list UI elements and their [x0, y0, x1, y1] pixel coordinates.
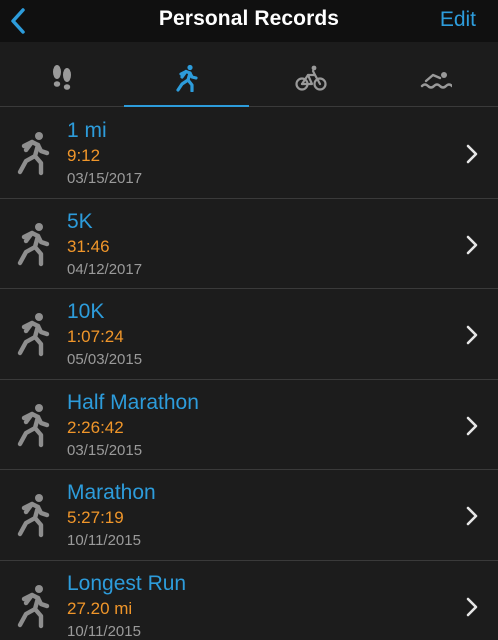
running-icon: [176, 64, 198, 92]
record-row-1-mi[interactable]: 1 mi 9:12 03/15/2017: [0, 108, 498, 199]
chevron-right-icon: [466, 416, 478, 435]
chevron-right-icon: [466, 325, 478, 345]
record-value: 27.20 mi: [67, 598, 133, 618]
record-title: Half Marathon: [67, 390, 199, 414]
edit-button[interactable]: Edit: [440, 8, 476, 32]
chevron-right-icon: [466, 597, 478, 616]
record-value: 9:12: [67, 146, 101, 165]
tab-swimming[interactable]: [374, 48, 498, 107]
page-title: Personal Records: [158, 7, 340, 30]
navigation-bar: Personal Records Edit: [0, 0, 498, 42]
record-row-marathon[interactable]: Marathon 5:27:19 10/11/2015: [0, 470, 498, 561]
running-icon: [17, 494, 50, 538]
running-icon: [17, 313, 50, 357]
record-title: 10K: [67, 300, 105, 323]
record-date: 05/03/2015: [67, 351, 143, 368]
chevron-right-icon: [466, 506, 478, 526]
swimming-icon: [420, 72, 452, 89]
record-row-half-marathon[interactable]: Half Marathon 2:26:42 03/15/2015: [0, 380, 498, 470]
chevron-right-icon: [466, 144, 478, 164]
running-icon: [17, 222, 50, 266]
record-title: 5K: [67, 209, 93, 233]
record-date: 04/12/2017: [67, 260, 143, 278]
footsteps-icon: [53, 65, 71, 90]
record-title: 1 mi: [67, 119, 107, 142]
record-row-10k[interactable]: 10K 1:07:24 05/03/2015: [0, 289, 498, 380]
record-date: 03/15/2017: [67, 170, 143, 187]
selected-tab-indicator: [124, 105, 249, 107]
running-icon: [17, 403, 50, 447]
records-list: 1 mi 9:12 03/15/2017 5K 31:46 04/12/2017: [0, 108, 498, 640]
tab-running[interactable]: [124, 48, 248, 107]
record-date: 10/11/2015: [67, 622, 141, 640]
record-value: 1:07:24: [67, 327, 124, 346]
tab-cycling[interactable]: [249, 48, 373, 107]
record-title: Marathon: [67, 481, 156, 504]
running-icon: [17, 584, 50, 628]
record-value: 31:46: [67, 236, 110, 256]
record-value: 5:27:19: [67, 508, 124, 527]
record-title: Longest Run: [67, 571, 187, 595]
tab-steps[interactable]: [0, 48, 124, 107]
record-row-longest-run[interactable]: Longest Run 27.20 mi 10/11/2015: [0, 561, 498, 640]
record-row-5k[interactable]: 5K 31:46 04/12/2017: [0, 199, 498, 289]
record-date: 03/15/2015: [67, 441, 143, 459]
record-date: 10/11/2015: [67, 532, 141, 549]
chevron-right-icon: [466, 235, 478, 254]
cycling-icon: [295, 65, 327, 91]
running-icon: [17, 132, 50, 176]
personal-records-screen: Personal Records Edit 1 mi 9:12 03/15/20…: [0, 0, 498, 640]
record-value: 2:26:42: [67, 417, 124, 437]
activity-tab-bar: [0, 48, 498, 107]
